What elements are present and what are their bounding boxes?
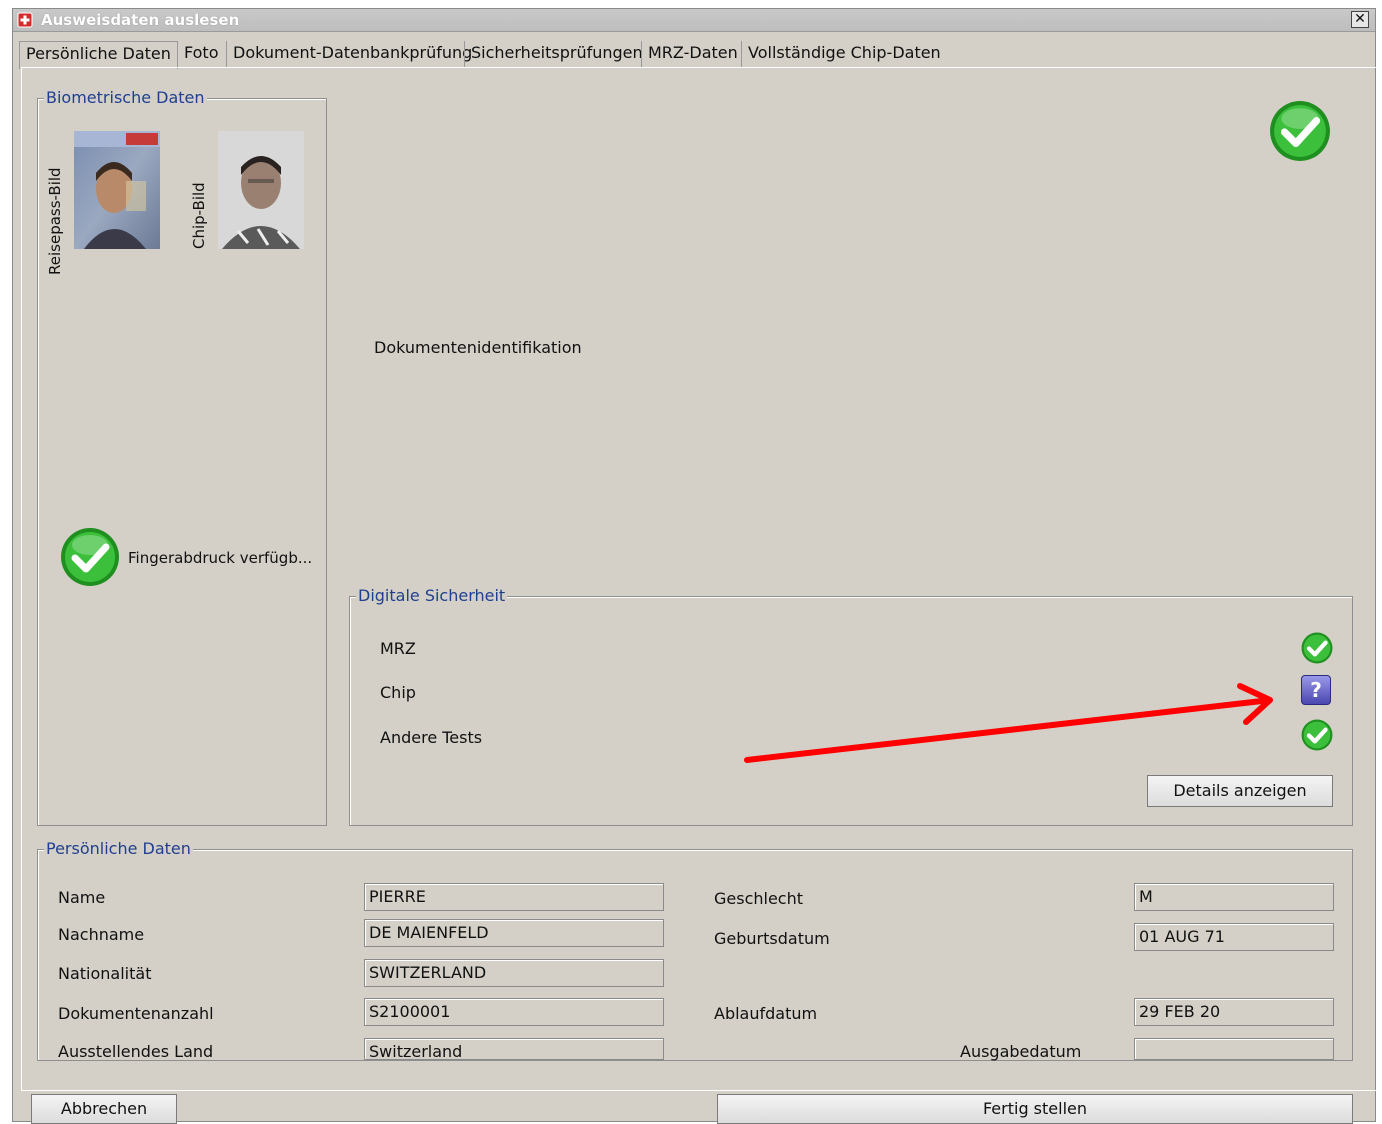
red-arrow-annotation <box>744 683 1273 763</box>
